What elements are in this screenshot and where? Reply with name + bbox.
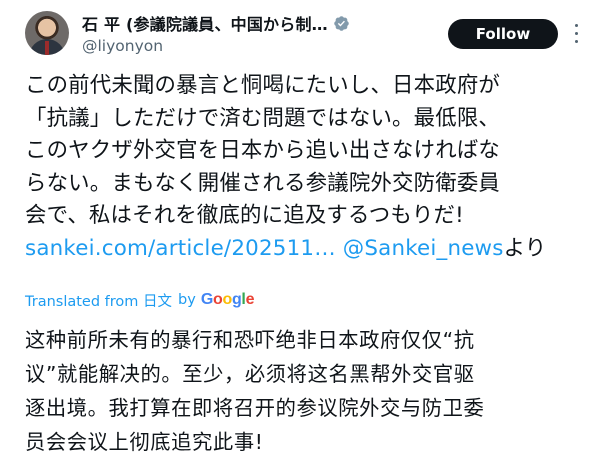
translated-from-label[interactable]: Translated from 日文 bbox=[25, 290, 172, 311]
author-name-row[interactable]: 石 平 (参議院議員、中国から制… bbox=[82, 12, 350, 34]
author-display-name[interactable]: 石 平 (参議院議員、中国から制… bbox=[82, 11, 328, 35]
translated-text: 这种前所未有的暴行和恐吓绝非日本政府仅仅“抗 议”就能解决的。至少，必须将这名黑… bbox=[25, 323, 585, 459]
tweet-text-line: 「抗議」しただけで済む問題ではない。最低限、 bbox=[25, 105, 500, 131]
tweet-text: この前代未聞の暴言と恫喝にたいし、日本政府が 「抗議」しただけで済む問題ではない… bbox=[25, 70, 585, 265]
more-vertical-icon[interactable] bbox=[574, 24, 580, 46]
avatar[interactable] bbox=[25, 11, 69, 55]
tweet-text-line: らない。まもなく開催される参議院外交防衛委員 bbox=[25, 170, 500, 196]
google-logo: Google bbox=[200, 291, 255, 308]
avatar-tie bbox=[45, 41, 49, 55]
translation-attribution[interactable]: Translated from 日文 by Google bbox=[25, 289, 254, 311]
translated-text-line: 员会会议上彻底追究此事! bbox=[25, 430, 264, 454]
translated-text-line: 这种前所未有的暴行和恐吓绝非日本政府仅仅“抗 bbox=[25, 328, 475, 352]
follow-button[interactable]: Follow bbox=[448, 19, 558, 49]
translated-text-line: 逐出境。我打算在即将召开的参议院外交与防卫委 bbox=[25, 396, 485, 420]
mention-suffix: より bbox=[503, 235, 547, 261]
tweet-text-line: 会で、私はそれを徹底的に追及するつもりだ! bbox=[25, 203, 464, 228]
more-dot bbox=[575, 40, 578, 43]
tweet-link-line: sankei.com/article/202511… @Sankei_newsよ… bbox=[25, 233, 585, 266]
verified-badge-icon bbox=[334, 15, 349, 31]
translated-by-label: by bbox=[178, 292, 196, 308]
more-dot bbox=[575, 24, 578, 27]
tweet-text-line: この前代未聞の暴言と恫喝にたいし、日本政府が bbox=[25, 73, 500, 98]
translated-text-line: 议”就能解决的。至少，必须将这名黑帮外交官驱 bbox=[25, 362, 475, 386]
article-link[interactable]: sankei.com/article/202511… bbox=[25, 236, 336, 261]
author-handle[interactable]: @liyonyon bbox=[82, 37, 163, 55]
tweet-text-line: このヤクザ外交官を日本から追い出さなければな bbox=[25, 138, 500, 163]
more-dot bbox=[575, 32, 578, 35]
tweet-header: 石 平 (参議院議員、中国から制… @liyonyon Follow bbox=[0, 0, 609, 62]
mention-link[interactable]: @Sankei_news bbox=[343, 236, 504, 261]
